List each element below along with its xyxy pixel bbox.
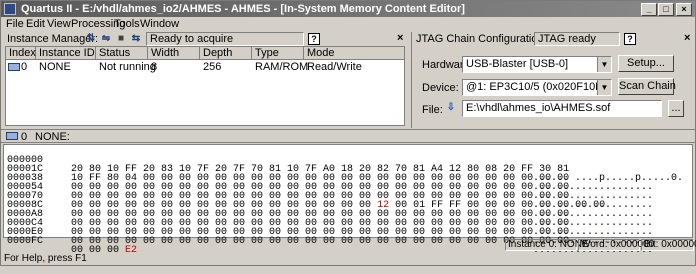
jtag-help-icon[interactable]: ?	[624, 33, 636, 45]
col-index[interactable]: Index	[6, 47, 36, 60]
menu-edit[interactable]: Edit	[26, 18, 45, 30]
hex-row[interactable]: 0000C4 00 00 00 00 00 00 00 00 00 00 00 …	[7, 210, 653, 247]
setup-button[interactable]: Setup...	[618, 55, 674, 72]
instance-manager-close-icon[interactable]: ×	[397, 32, 403, 44]
col-type[interactable]: Type	[252, 47, 304, 60]
hex-editor-header: 0 NONE:	[1, 129, 695, 143]
hex-row[interactable]: 000000 20 80 10 FF 20 83 10 7F 20 7F 70 …	[7, 147, 683, 184]
menu-view[interactable]: View	[47, 18, 71, 30]
row-mode: Read/Write	[307, 61, 362, 73]
device-select[interactable]: @1: EP3C10/5 (0x020F10DD) ▼	[462, 79, 612, 96]
menu-window[interactable]: Window	[140, 18, 179, 30]
file-label: File:	[422, 104, 443, 116]
col-depth[interactable]: Depth	[200, 47, 252, 60]
run-once-icon[interactable]: ⇋	[100, 33, 112, 45]
hex-instance-index: 0	[21, 131, 28, 143]
device-value: @1: EP3C10/5 (0x020F10DD)	[466, 81, 612, 93]
instance-table: Index Instance ID Status Width Depth Typ…	[5, 46, 405, 126]
hex-row[interactable]: 000038 00 00 00 00 00 00 00 00 00 00 00 …	[7, 165, 653, 202]
jtag-label: JTAG Chain Configuration:	[416, 33, 547, 45]
status-bit: Bit: 0x000007	[641, 239, 696, 251]
read-data-icon[interactable]: ⇆	[130, 33, 142, 45]
row-type: RAM/ROM	[255, 61, 309, 73]
menu-tools[interactable]: Tools	[114, 18, 140, 30]
row-width: 8	[151, 61, 158, 73]
editor-status-bar: Instance 0: NONE Word: 0x000000 Bit: 0x0…	[1, 239, 696, 251]
close-button[interactable]: ×	[676, 3, 692, 16]
chevron-down-icon[interactable]: ▼	[597, 57, 611, 72]
hardware-value: USB-Blaster [USB-0]	[466, 58, 569, 70]
hex-editor[interactable]: 000000 20 80 10 FF 20 83 10 7F 20 7F 70 …	[3, 144, 693, 256]
chevron-down-icon[interactable]: ▼	[597, 80, 611, 95]
hex-row[interactable]: 00001C 10 FF 80 04 00 00 00 00 00 00 00 …	[7, 156, 653, 193]
memory-chip-icon	[6, 132, 18, 140]
instance-table-header: Index Instance ID Status Width Depth Typ…	[6, 47, 405, 60]
jtag-panel: JTAG Chain Configuration: JTAG ready ? ×…	[411, 32, 695, 128]
hex-row[interactable]: 0000E0 00 00 00 00 00 00 00 00 00 00 00 …	[7, 219, 653, 256]
col-instance-id[interactable]: Instance ID	[36, 47, 96, 60]
hex-row[interactable]: 00008C 00 00 00 00 00 00 00 00 00 00 00 …	[7, 192, 653, 229]
row-status: Not running	[99, 61, 156, 73]
table-row[interactable]: 0 NONE Not running 8 256 RAM/ROM Read/Wr…	[6, 61, 404, 74]
help-status-text: For Help, press F1	[4, 253, 87, 264]
main-window: Quartus II - E:/vhdl/ahmes_io2/AHMES - A…	[0, 0, 696, 266]
file-path-field[interactable]: E:\vhdl\ahmes_io\AHMES.sof	[462, 100, 662, 117]
jtag-close-icon[interactable]: ×	[684, 32, 690, 44]
title-bar[interactable]: Quartus II - E:/vhdl/ahmes_io2/AHMES - A…	[1, 1, 695, 17]
hex-row[interactable]: 000054 00 00 00 00 00 00 00 00 00 00 00 …	[7, 174, 653, 211]
hex-row[interactable]: 0000FC 00 00 00 E2	[7, 228, 137, 256]
row-index: 0	[8, 61, 27, 74]
hex-instance-name: NONE:	[35, 131, 70, 143]
program-device-icon[interactable]: ⇩	[445, 102, 457, 114]
quartus-app-icon	[4, 3, 16, 15]
memory-chip-icon	[8, 63, 20, 72]
status-instance: Instance 0: NONE	[505, 239, 589, 251]
status-word: Word: 0x000000	[578, 239, 654, 251]
row-depth: 256	[203, 61, 222, 73]
hardware-select[interactable]: USB-Blaster [USB-0] ▼	[462, 56, 612, 73]
jtag-status-field: JTAG ready	[534, 32, 620, 46]
window-title: Quartus II - E:/vhdl/ahmes_io2/AHMES - A…	[21, 3, 465, 15]
hex-row[interactable]: 000070 00 00 00 00 00 00 00 00 00 00 00 …	[7, 183, 653, 220]
instance-help-icon[interactable]: ?	[308, 33, 320, 45]
stop-icon[interactable]: ■	[115, 33, 127, 45]
col-status[interactable]: Status	[96, 47, 148, 60]
scan-chain-button[interactable]: Scan Chain	[618, 78, 676, 95]
device-label: Device:	[422, 82, 459, 94]
col-mode[interactable]: Mode	[304, 47, 405, 60]
menu-file[interactable]: File	[6, 18, 24, 30]
col-width[interactable]: Width	[148, 47, 200, 60]
browse-button[interactable]: ...	[668, 100, 684, 117]
autorun-icon[interactable]: ⇅	[85, 33, 97, 45]
row-instance-id: NONE	[39, 61, 71, 73]
hex-row[interactable]: 0000A8 00 00 00 00 00 00 00 00 00 00 00 …	[7, 201, 653, 238]
menu-bar: File Edit View Processing Tools Window	[1, 17, 695, 31]
maximize-button[interactable]: □	[658, 3, 674, 16]
instance-status-field: Ready to acquire	[146, 32, 304, 46]
minimize-button[interactable]: _	[641, 3, 657, 16]
